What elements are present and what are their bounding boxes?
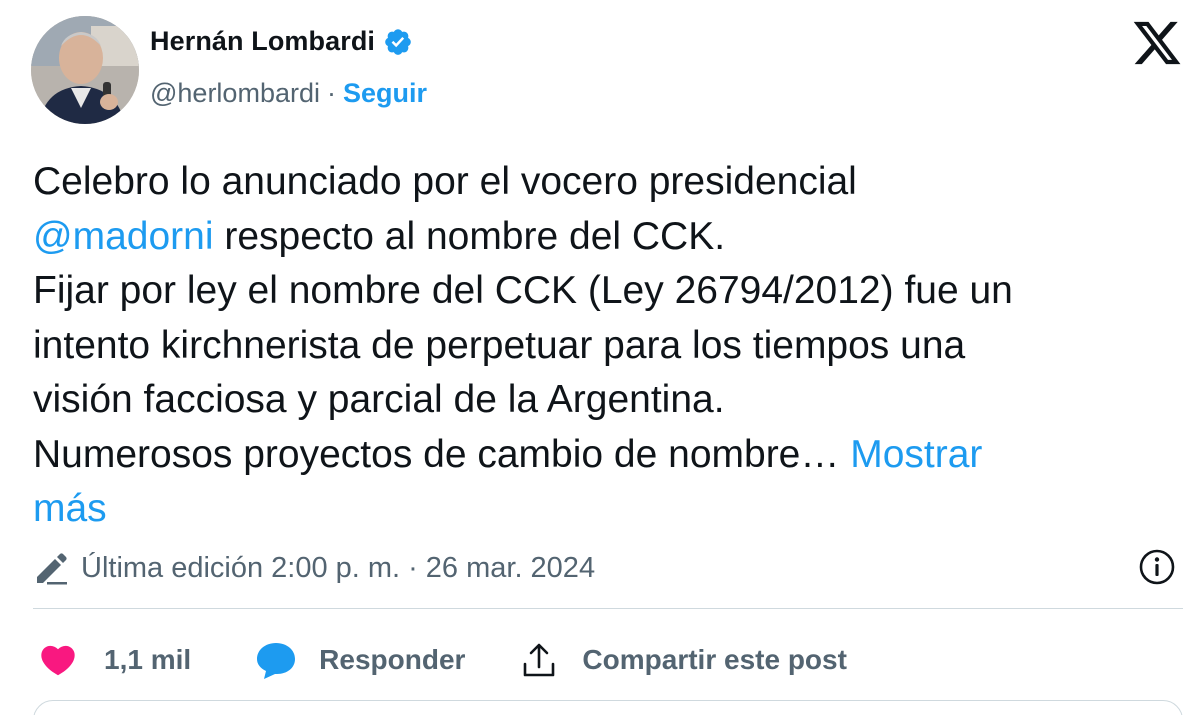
- reply-label: Responder: [319, 644, 466, 675]
- separator-dot: ·: [326, 78, 336, 108]
- tweet-line-4: intento kirchnerista de perpetuar para l…: [33, 323, 966, 367]
- x-logo-icon[interactable]: [1130, 17, 1184, 69]
- reply-bubble-icon: [257, 643, 296, 679]
- tweet-line-5: visión facciosa y parcial de la Argentin…: [33, 378, 725, 421]
- show-more-link-continued[interactable]: más: [33, 487, 107, 530]
- edit-timestamp-row[interactable]: Última edición 2:00 p. m. · 26 mar. 2024: [33, 548, 595, 588]
- avatar[interactable]: [31, 16, 139, 124]
- tweet-line-7: más: [33, 482, 1158, 537]
- actions-bar: 1,1 mil Responder Compartir este post: [38, 638, 847, 682]
- mention-link[interactable]: @madorni: [33, 215, 214, 258]
- pencil-icon: [33, 551, 69, 585]
- edit-time: 2:00 p. m.: [271, 551, 401, 584]
- read-replies-button[interactable]: [33, 700, 1183, 715]
- divider: [33, 608, 1183, 609]
- author-handle[interactable]: @herlombardi: [150, 78, 320, 109]
- tweet-embed-card: Hernán Lombardi @herlombardi · Seguir Ce…: [0, 0, 1200, 715]
- like-button[interactable]: 1,1 mil: [38, 640, 191, 680]
- share-label: Compartir este post: [582, 644, 847, 675]
- follow-button[interactable]: Seguir: [343, 78, 427, 109]
- tweet-line-6-text: Numerosos proyectos de cambio de nombre…: [33, 432, 840, 476]
- like-count: 1,1 mil: [104, 644, 192, 675]
- share-icon: [524, 643, 555, 677]
- tweet-line-3: Fijar por ley el nombre del CCK (Ley 267…: [33, 269, 1013, 312]
- verified-badge-icon: [383, 27, 413, 57]
- author-name-row: Hernán Lombardi: [150, 26, 413, 57]
- info-icon[interactable]: [1138, 548, 1176, 586]
- edit-date: 26 mar. 2024: [425, 551, 596, 584]
- meta-separator: ·: [408, 551, 418, 584]
- tweet-text: Celebro lo anunciado por el vocero presi…: [33, 155, 1158, 537]
- share-button[interactable]: Compartir este post: [520, 640, 847, 680]
- edit-label: Última edición: [81, 551, 264, 584]
- author-handle-row: @herlombardi · Seguir: [150, 78, 427, 109]
- tweet-line-6: Numerosos proyectos de cambio de nombre……: [33, 428, 1158, 483]
- author-name[interactable]: Hernán Lombardi: [150, 26, 375, 57]
- tweet-line-1: Celebro lo anunciado por el vocero presi…: [33, 160, 857, 203]
- show-more-link[interactable]: Mostrar: [850, 433, 982, 476]
- reply-button[interactable]: Responder: [255, 640, 465, 680]
- heart-icon: [41, 645, 75, 676]
- tweet-line-2: @madorni respecto al nombre del CCK.: [33, 210, 1158, 265]
- tweet-line-2-text: respecto al nombre del CCK.: [213, 214, 726, 258]
